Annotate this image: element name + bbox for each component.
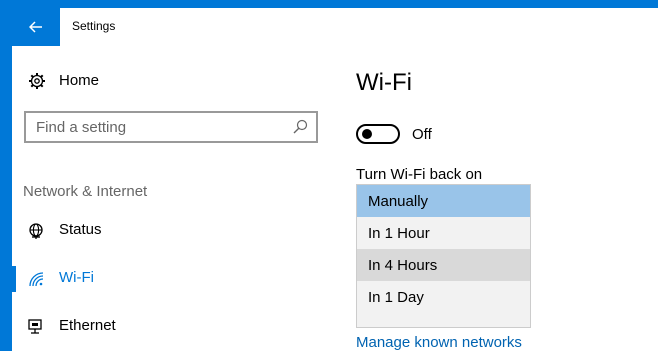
dropdown-option-1-hour[interactable]: In 1 Hour [357,217,530,249]
search-input[interactable]: Find a setting [24,111,318,143]
ethernet-icon [28,319,42,334]
option-label: In 1 Day [368,289,424,306]
sidebar-item-label: Wi-Fi [59,269,94,286]
option-label: Manually [368,193,429,210]
section-header: Network & Internet [23,183,148,200]
page-title: Wi-Fi [356,69,412,96]
home-nav-item[interactable]: Home [12,66,322,96]
globe-icon [29,223,43,239]
title-bar: Settings [12,8,658,46]
wifi-icon [29,272,44,287]
back-button[interactable] [12,8,60,46]
toggle-knob [362,129,372,139]
sidebar-item-wifi[interactable]: Wi-Fi [12,262,322,296]
sidebar-item-label: Status [59,221,102,238]
search-placeholder: Find a setting [36,119,127,136]
dropdown-label: Turn Wi-Fi back on [356,166,483,183]
option-label: In 1 Hour [368,225,430,242]
home-label: Home [59,72,100,89]
search-icon [293,119,308,134]
gear-icon [29,73,45,89]
sidebar-item-label: Ethernet [59,317,116,334]
active-indicator [12,266,16,292]
wifi-toggle[interactable] [356,124,400,144]
dropdown-option-1-day[interactable]: In 1 Day [357,281,530,313]
dropdown-option-manually[interactable]: Manually [357,185,530,217]
sidebar-item-status[interactable]: Status [12,214,322,248]
arrow-left-icon [29,21,42,33]
dropdown-option-4-hours[interactable]: In 4 Hours [357,249,530,281]
toggle-state-label: Off [412,126,432,143]
sidebar-item-ethernet[interactable]: Ethernet [12,310,322,344]
manage-known-networks-link[interactable]: Manage known networks [356,334,522,351]
settings-window: Settings Home Find a setting Network & I… [12,8,658,351]
turn-wifi-back-on-dropdown[interactable]: Manually In 1 Hour In 4 Hours In 1 Day [356,184,531,328]
option-label: In 4 Hours [368,257,438,274]
window-title: Settings [72,19,116,33]
